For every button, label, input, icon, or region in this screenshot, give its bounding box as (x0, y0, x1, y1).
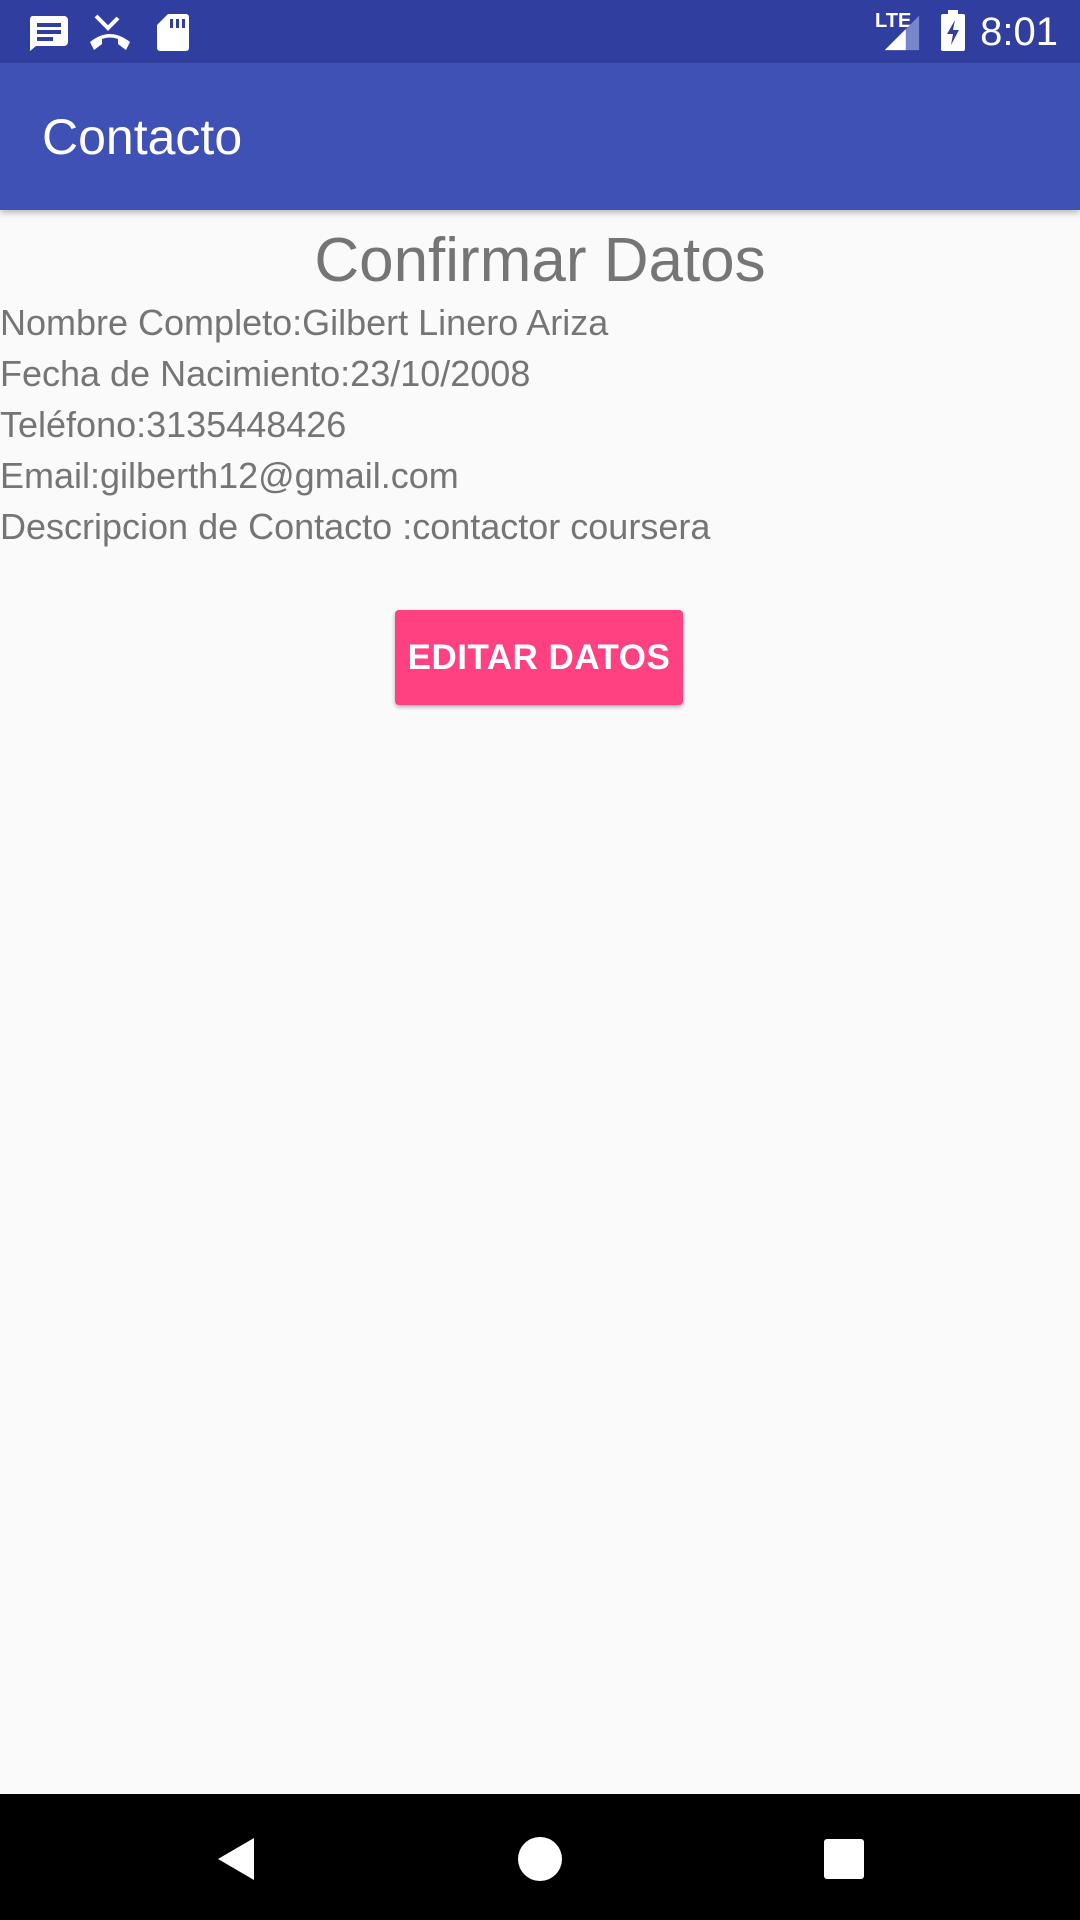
message-icon (29, 16, 68, 51)
birth-date-text: Fecha de Nacimiento:23/10/2008 (0, 353, 531, 394)
full-name-text: Nombre Completo:Gilbert Linero Ariza (0, 302, 609, 343)
edit-data-button[interactable]: EDITAR DATOS (395, 610, 683, 705)
sd-card-icon (157, 14, 189, 51)
navigation-bar (0, 1794, 1080, 1920)
app-bar: Contacto (0, 63, 1080, 210)
app-title: Contacto (42, 109, 243, 165)
home-icon[interactable] (510, 1828, 570, 1888)
description-text: Descripcion de Contacto :contactor cours… (0, 506, 711, 547)
missed-call-icon (90, 14, 130, 50)
phone-text: Teléfono:3135448426 (0, 404, 347, 445)
page-title: Confirmar Datos (314, 226, 766, 295)
battery-charging-icon (941, 10, 965, 51)
recents-icon[interactable] (814, 1828, 874, 1888)
email-text: Email:gilberth12@gmail.com (0, 455, 459, 496)
back-icon[interactable] (206, 1828, 266, 1888)
status-bar: LTE 8:01 (0, 0, 1080, 63)
status-time: 8:01 (980, 10, 1058, 54)
signal-icon (884, 15, 920, 51)
